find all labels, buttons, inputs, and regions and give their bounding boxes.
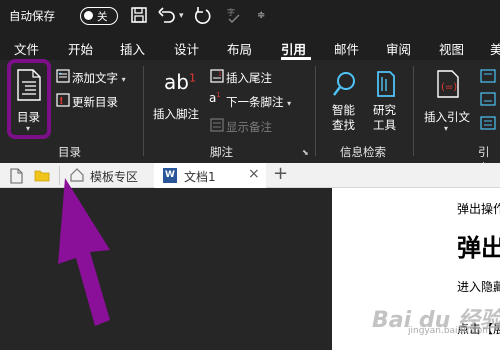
annotation-arrow <box>58 178 110 326</box>
